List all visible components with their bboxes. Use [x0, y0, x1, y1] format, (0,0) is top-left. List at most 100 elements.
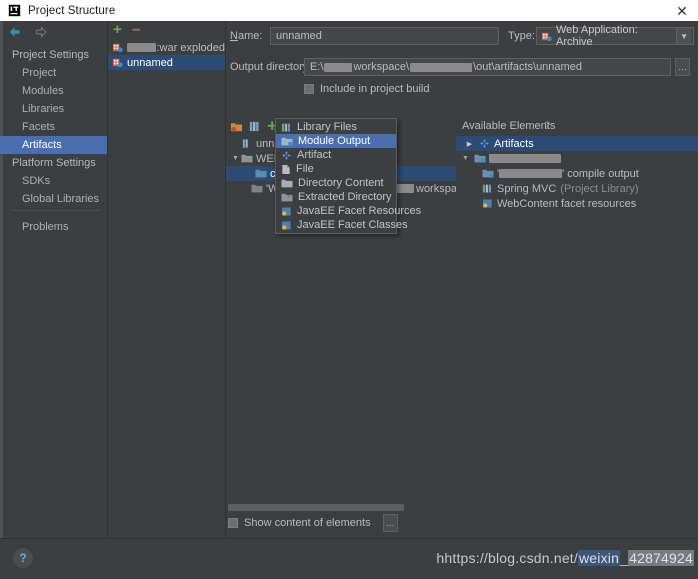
menu-item-file[interactable]: File — [276, 162, 396, 176]
list-item[interactable]: :war exploded — [108, 40, 225, 55]
redacted-block — [410, 62, 473, 72]
tree-twisty[interactable]: ▶ — [464, 138, 475, 149]
create-directory-icon[interactable] — [230, 120, 243, 133]
sidebar-item-label: Global Libraries — [22, 193, 100, 205]
menu-item-library-files[interactable]: Library Files — [276, 120, 396, 134]
add-artifact-button[interactable]: + — [113, 22, 122, 37]
artifacts-toolbar: + – — [108, 22, 225, 39]
tree-row[interactable]: WebContent facet resources — [456, 196, 698, 211]
watermark-mid: _ — [620, 550, 629, 566]
web-archive-icon — [541, 32, 552, 41]
show-content-of-elements-label: Show content of elements — [244, 517, 371, 529]
include-in-project-build-label: Include in project build — [320, 83, 430, 95]
sidebar-item-label: SDKs — [22, 175, 51, 187]
tree-twisty[interactable]: ▼ — [460, 153, 471, 164]
tree-twisty[interactable] — [240, 183, 251, 194]
idea-logo-icon — [8, 4, 21, 17]
list-item-label: unnamed — [127, 56, 173, 69]
directory-icon — [281, 179, 293, 187]
output-dir-suffix: \out\artifacts\unnamed — [473, 61, 582, 73]
menu-item-directory-content[interactable]: Directory Content — [276, 176, 396, 190]
sidebar-item-problems[interactable]: Problems — [0, 218, 107, 236]
web-archive-icon — [112, 58, 123, 68]
name-input[interactable]: unnamed — [270, 27, 499, 45]
list-item[interactable]: unnamed — [108, 55, 225, 70]
help-button[interactable]: ? — [13, 548, 33, 568]
list-item-label: :war exploded — [156, 41, 226, 54]
show-content-of-elements-row: Show content of elements … — [228, 514, 398, 532]
javaee-facet-icon — [281, 220, 291, 230]
menu-item-label: File — [296, 163, 314, 175]
sidebar-item-modules[interactable]: Modules — [0, 82, 107, 100]
output-dir-mid: workspace\ — [353, 61, 410, 73]
library-icon[interactable] — [249, 120, 260, 133]
sidebar-item-label: Artifacts — [22, 139, 62, 151]
library-icon — [281, 123, 290, 132]
sidebar-divider — [12, 210, 100, 211]
menu-item-module-output[interactable]: Module Output — [276, 134, 396, 148]
horizontal-scrollbar[interactable] — [228, 504, 456, 511]
watermark-highlight-2: 42874924 — [628, 550, 694, 566]
sidebar-group-label: Platform Settings — [12, 157, 96, 169]
include-in-project-build-checkbox[interactable] — [304, 84, 314, 94]
library-icon — [482, 184, 491, 193]
web-archive-icon — [112, 43, 123, 53]
menu-item-extracted-directory[interactable]: Extracted Directory — [276, 190, 396, 204]
menu-item-artifact[interactable]: Artifact — [276, 148, 396, 162]
tree-row[interactable]: ' ' compile output — [456, 166, 698, 181]
sidebar-item-global-libraries[interactable]: Global Libraries — [0, 190, 107, 208]
artifacts-list-panel: + – :war exploded unnamed — [108, 21, 226, 538]
show-content-options-button[interactable]: … — [382, 514, 398, 532]
tree-twisty[interactable] — [244, 168, 255, 179]
sidebar-item-label: Libraries — [22, 103, 65, 115]
sidebar-item-libraries[interactable]: Libraries — [0, 100, 107, 118]
remove-artifact-button[interactable]: – — [132, 22, 140, 37]
folder-blue-icon — [255, 169, 267, 178]
window-bottom-edge — [0, 573, 698, 578]
sidebar-item-label: Facets — [22, 121, 56, 133]
archive-icon — [242, 139, 248, 148]
chevron-down-icon[interactable]: ▼ — [676, 28, 691, 44]
folder-grey-icon — [251, 184, 263, 193]
sidebar-item-project[interactable]: Project — [0, 64, 107, 82]
browse-output-directory-button[interactable]: … — [675, 58, 690, 76]
tree-row-label: WebContent facet resources — [497, 197, 637, 210]
artifact-icon — [282, 150, 291, 160]
menu-item-label: Directory Content — [298, 177, 384, 189]
scrollbar-thumb[interactable] — [228, 504, 404, 511]
menu-item-label: Extracted Directory — [298, 191, 392, 203]
sidebar-item-label: Modules — [22, 85, 64, 97]
settings-sidebar: Project Settings Project Modules Librari… — [0, 21, 108, 538]
project-structure-dialog: Project Structure ✕ Project Settings Pro… — [0, 0, 698, 579]
arrow-left-icon[interactable] — [8, 25, 22, 39]
tree-row[interactable]: ▶ Artifacts — [456, 136, 698, 151]
menu-item-javaee-facet-resources[interactable]: JavaEE Facet Resources — [276, 204, 421, 218]
tree-row[interactable]: Spring MVC (Project Library) — [456, 181, 698, 196]
include-in-project-build-row[interactable]: Include in project build — [304, 83, 429, 95]
output-directory-input[interactable]: E:\ workspace\ \out\artifacts\unnamed — [304, 58, 671, 76]
sidebar-item-sdks[interactable]: SDKs — [0, 172, 107, 190]
menu-item-label: Library Files — [297, 121, 357, 133]
redacted-block — [324, 62, 353, 72]
tree-row[interactable]: ▼ — [456, 151, 698, 166]
sidebar-item-label: Project — [22, 67, 57, 79]
menu-item-label: Artifact — [297, 149, 332, 161]
type-combobox[interactable]: Web Application: Archive ▼ — [536, 24, 694, 48]
tree-row-note: (Project Library) — [560, 182, 639, 195]
tree-twisty[interactable] — [230, 138, 241, 149]
close-icon[interactable]: ✕ — [666, 0, 698, 21]
tree-twisty[interactable]: ▼ — [230, 153, 241, 164]
sidebar-item-artifacts[interactable]: Artifacts — [0, 136, 107, 154]
help-icon[interactable]: ? — [544, 120, 550, 132]
name-label: Name: — [230, 30, 263, 42]
sidebar-item-facets[interactable]: Facets — [0, 118, 107, 136]
sidebar-group-platform-settings: Platform Settings — [0, 154, 107, 172]
file-icon — [282, 164, 290, 174]
available-elements-title: Available Elements — [462, 120, 556, 132]
sidebar-group-label: Project Settings — [12, 49, 90, 61]
menu-item-javaee-facet-classes[interactable]: JavaEE Facet Classes — [276, 218, 408, 232]
arrow-right-icon[interactable] — [34, 25, 48, 39]
module-output-icon — [281, 137, 293, 146]
show-content-of-elements-checkbox[interactable] — [228, 518, 238, 528]
javaee-facet-icon — [281, 206, 291, 216]
